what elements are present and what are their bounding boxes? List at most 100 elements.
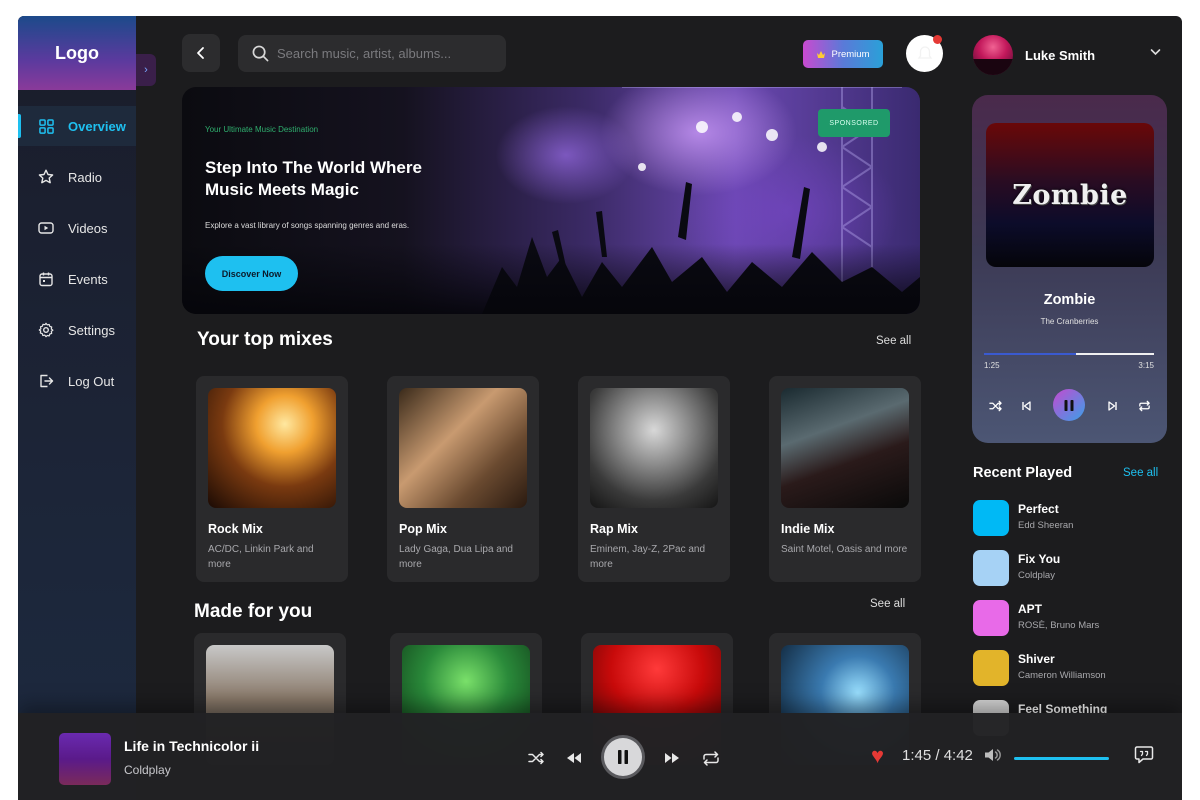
rock-mix-cover [208,388,336,508]
player-previous-button[interactable] [562,746,586,770]
made-for-you-card[interactable] [581,633,733,765]
chevron-down-icon[interactable] [1150,47,1161,59]
sidebar-nav: Overview Radio Videos Events Settings Lo… [18,106,136,412]
now-playing-cover: Zombie [986,123,1154,267]
now-playing-progress[interactable] [984,353,1154,355]
player-track-title: Life in Technicolor ii [124,738,260,754]
mix-card-subtitle: Eminem, Jay-Z, 2Pac and more [590,544,706,570]
now-playing-pause-button[interactable] [1053,389,1085,421]
mix-card-title: Pop Mix [399,522,447,536]
sidebar-item-label: Videos [68,220,108,236]
next-button[interactable] [1103,389,1123,423]
search-bar[interactable] [238,35,506,72]
player-next-button[interactable] [660,746,684,770]
top-mixes-title: Your top mixes [197,329,333,350]
indie-mix-cover [781,388,909,508]
mix-card-subtitle: Lady Gaga, Dua Lipa and more [399,544,513,570]
crown-icon [817,50,826,58]
avatar [973,35,1013,75]
made-for-you-see-all-link[interactable]: See all [870,598,905,610]
sidebar-item-label: Overview [68,118,126,134]
sponsored-badge: SPONSORED [818,109,890,137]
shuffle-icon [988,400,1002,412]
now-playing-title: Zombie [1043,292,1096,308]
sidebar-item-overview[interactable]: Overview [18,106,136,146]
rap-mix-cover [590,388,718,508]
track-name: Shiver [1018,652,1055,666]
star-icon [38,169,54,185]
repeat-icon [1138,400,1150,412]
volume-slider[interactable] [1014,757,1109,760]
track-thumbnail [973,550,1009,586]
now-playing-card: Zombie Zombie The Cranberries 1:25 3:15 [972,95,1167,443]
mix-card-pop[interactable]: Pop Mix Lady Gaga, Dua Lipa and more [387,376,539,582]
notification-badge [933,35,942,44]
track-name: APT [1018,602,1042,616]
notification-button[interactable] [906,35,943,72]
progress-fill [984,353,1076,355]
shuffle-button[interactable] [984,389,1006,423]
chevron-left-icon [197,47,204,59]
player-shuffle-button[interactable] [524,746,548,770]
sidebar-item-settings[interactable]: Settings [18,310,136,350]
track-thumbnail [973,600,1009,636]
mix-card-subtitle: Saint Motel, Oasis and more [781,544,908,555]
search-input[interactable] [277,46,487,61]
made-for-you-card[interactable] [769,633,921,765]
play-icon [38,220,54,236]
sidebar: Logo Overview Radio Videos Events Settin… [18,16,136,800]
recent-played-see-all-link[interactable]: See all [1123,467,1158,479]
pause-icon [618,750,628,764]
lyrics-button[interactable] [1134,745,1154,769]
repeat-button[interactable] [1133,389,1155,423]
back-button[interactable] [182,34,220,72]
previous-button[interactable] [1016,389,1036,423]
gear-icon [38,322,54,338]
sidebar-item-logout[interactable]: Log Out [18,361,136,401]
mix-card-subtitle: AC/DC, Linkin Park and more [208,544,314,570]
logo-text: Logo [55,42,99,63]
logo[interactable]: Logo [18,16,136,90]
recent-track-item[interactable]: Perfect Edd Sheeran [973,500,1173,536]
shuffle-icon [527,751,544,765]
top-mixes-see-all-link[interactable]: See all [876,335,911,347]
track-thumbnail [973,650,1009,686]
progress-remaining [1075,353,1154,355]
premium-button[interactable]: Premium [803,40,883,68]
recent-played-title: Recent Played [973,465,1073,481]
fast-forward-icon [665,753,679,763]
track-artist: Edd Sheeran [1018,520,1074,531]
now-playing-duration: 3:15 [1138,361,1154,370]
sidebar-item-label: Radio [68,169,102,185]
logout-icon [38,373,54,389]
user-profile[interactable]: Luke Smith [973,35,1095,75]
track-thumbnail [973,500,1009,536]
recent-track-item[interactable]: Shiver Cameron Williamson [973,650,1173,686]
search-icon [252,45,269,62]
mix-card-title: Indie Mix [781,522,835,536]
recent-track-item[interactable]: APT ROSÈ, Bruno Mars [973,600,1173,636]
app-window: Logo Overview Radio Videos Events Settin… [18,16,1182,800]
mix-card-rap[interactable]: Rap Mix Eminem, Jay-Z, 2Pac and more [578,376,730,582]
sidebar-item-radio[interactable]: Radio [18,157,136,197]
player-repeat-button[interactable] [699,746,723,770]
track-artist: Cameron Williamson [1018,670,1106,681]
volume-icon[interactable] [984,747,1002,768]
sidebar-item-events[interactable]: Events [18,259,136,299]
heart-icon[interactable]: ♥ [871,744,884,768]
mix-card-indie[interactable]: Indie Mix Saint Motel, Oasis and more [769,376,921,582]
made-for-you-card[interactable] [194,633,346,765]
calendar-icon [38,271,54,287]
mix-card-rock[interactable]: Rock Mix AC/DC, Linkin Park and more [196,376,348,582]
player-pause-button[interactable] [604,738,642,776]
bell-icon [917,45,932,59]
player-time: 1:45 / 4:42 [902,747,973,764]
now-playing-artist: The Cranberries [1040,317,1099,326]
discover-now-button[interactable]: Discover Now [205,256,298,291]
sidebar-collapse-button[interactable]: › [136,54,156,86]
made-for-you-card[interactable] [390,633,542,765]
mix-card-title: Rap Mix [590,522,638,536]
sidebar-item-videos[interactable]: Videos [18,208,136,248]
pop-mix-cover [399,388,527,508]
recent-track-item[interactable]: Fix You Coldplay [973,550,1173,586]
